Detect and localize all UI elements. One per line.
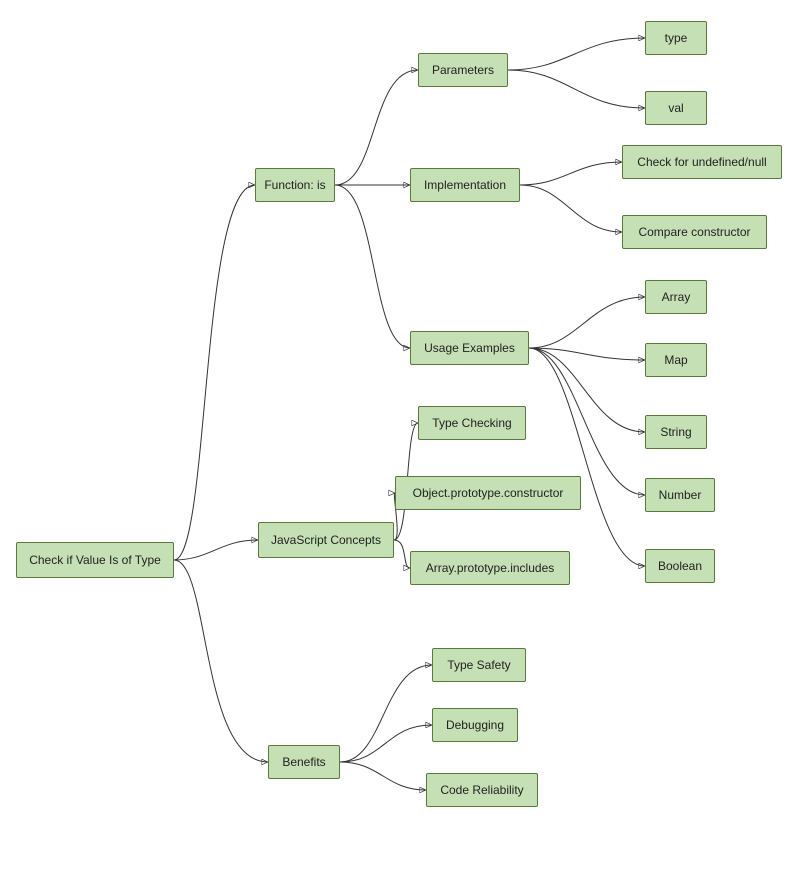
node-implementation: Implementation — [410, 168, 520, 202]
node-type-checking: Type Checking — [418, 406, 526, 440]
node-param-type: type — [645, 21, 707, 55]
node-usage-string: String — [645, 415, 707, 449]
node-code-reliability: Code Reliability — [426, 773, 538, 807]
node-usage-examples: Usage Examples — [410, 331, 529, 365]
node-compare-constructor: Compare constructor — [622, 215, 767, 249]
node-type-safety: Type Safety — [432, 648, 526, 682]
node-debugging: Debugging — [432, 708, 518, 742]
node-usage-number: Number — [645, 478, 715, 512]
node-js-concepts: JavaScript Concepts — [258, 522, 394, 558]
node-array-includes: Array.prototype.includes — [410, 551, 570, 585]
node-param-val: val — [645, 91, 707, 125]
node-function-is: Function: is — [255, 168, 335, 202]
node-benefits: Benefits — [268, 745, 340, 779]
node-obj-constructor: Object.prototype.constructor — [395, 476, 581, 510]
node-check-undef-null: Check for undefined/null — [622, 145, 782, 179]
node-usage-array: Array — [645, 280, 707, 314]
node-usage-boolean: Boolean — [645, 549, 715, 583]
diagram-canvas: { "nodes": { "root": "Check if Value Is … — [0, 0, 800, 882]
node-parameters: Parameters — [418, 53, 508, 87]
node-root: Check if Value Is of Type — [16, 542, 174, 578]
node-usage-map: Map — [645, 343, 707, 377]
